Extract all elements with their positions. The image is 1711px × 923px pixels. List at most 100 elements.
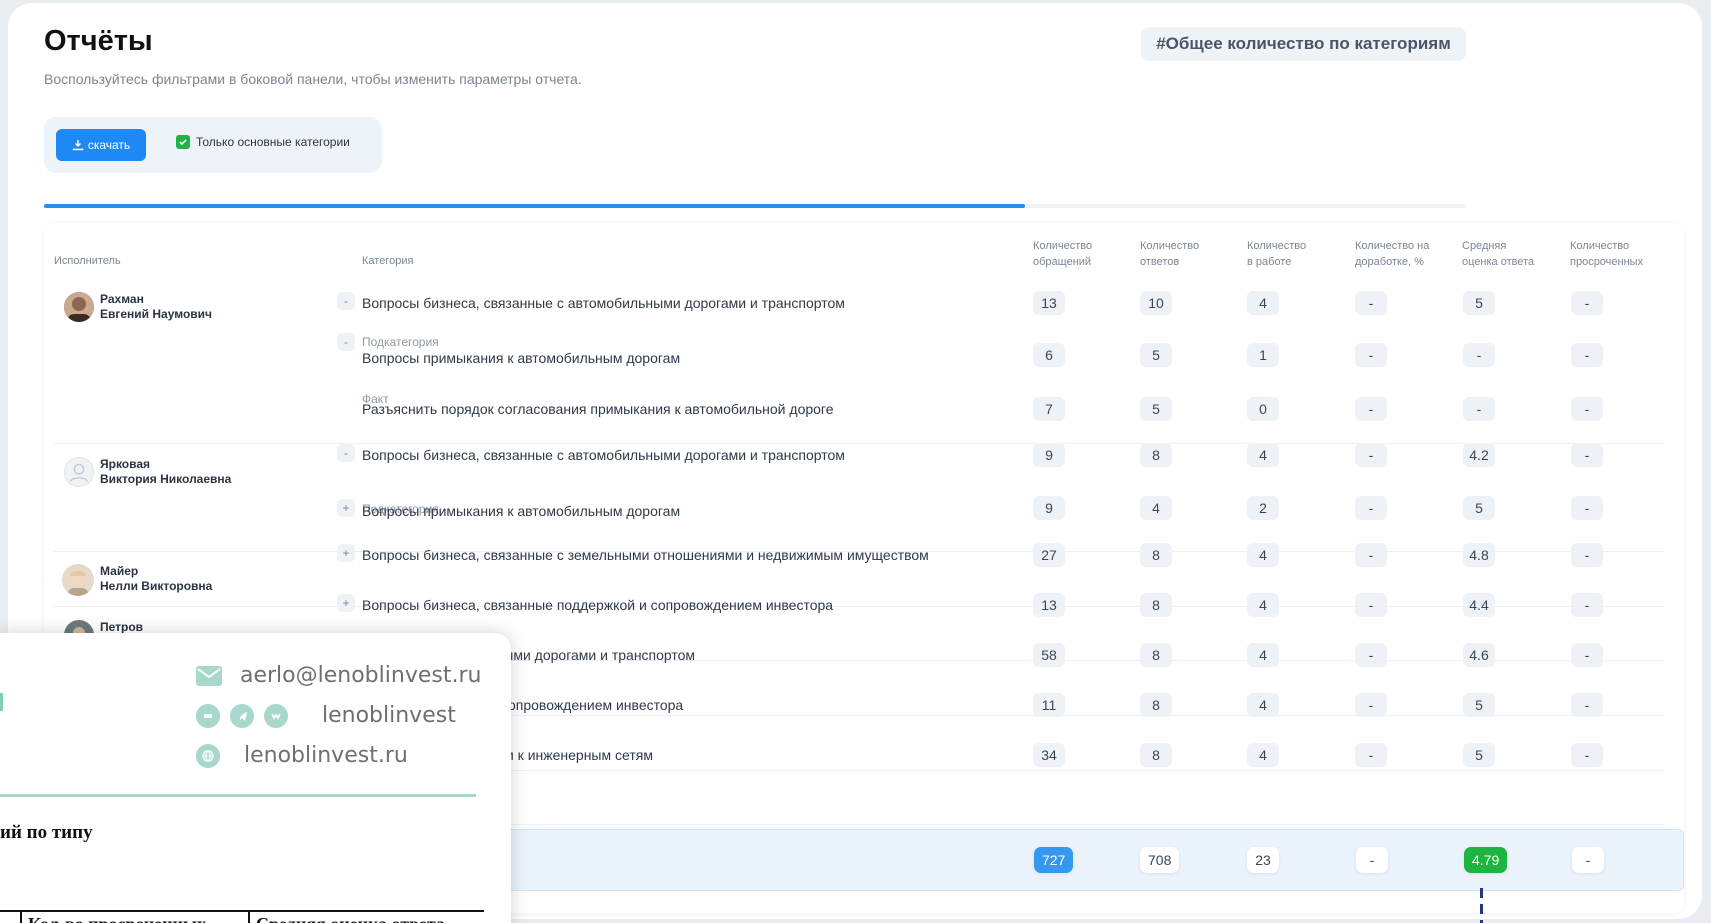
cell-revision: - (1355, 643, 1387, 667)
category-text[interactable]: Вопросы бизнеса, связанные с земельными … (362, 547, 929, 563)
total-answers: 708 (1140, 847, 1180, 873)
social-icon (196, 703, 220, 728)
cell-overdue: - (1571, 291, 1603, 315)
cell-requests: 13 (1033, 593, 1065, 617)
cell-answers: 5 (1140, 397, 1172, 421)
report-progress (44, 204, 1466, 208)
main-categories-checkbox[interactable] (176, 135, 190, 149)
total-avg-score: 4.79 (1464, 847, 1508, 873)
column-header-revision: Количество на доработке, % (1355, 240, 1430, 268)
overlay-heading: ий по типу (0, 822, 93, 843)
cell-revision: - (1355, 543, 1387, 567)
row-divider (54, 606, 1664, 607)
cell-requests: 13 (1033, 291, 1065, 315)
category-text[interactable]: Вопросы бизнеса, связанные с автомобильн… (362, 447, 845, 463)
cell-overdue: - (1571, 693, 1603, 717)
overlay-table-header: Средняя оценка ответа (248, 912, 451, 923)
avatar (62, 564, 94, 596)
cell-requests: 58 (1033, 643, 1065, 667)
cell-overdue: - (1571, 593, 1603, 617)
avatar-placeholder (64, 457, 94, 487)
overlay-divider (0, 794, 476, 797)
cell-overdue: - (1571, 343, 1603, 367)
overlay-table-header: Кол-во просроченных (20, 912, 212, 923)
column-header-in-work: Количество в работе (1247, 240, 1307, 268)
column-header-answers: Количество ответов (1140, 240, 1200, 268)
collapse-toggle[interactable]: - (337, 292, 355, 310)
executor-name[interactable]: Рахман Евгений Наумович (100, 292, 212, 322)
cell-answers: 8 (1140, 543, 1172, 567)
cell-revision: - (1355, 291, 1387, 315)
total-requests: 727 (1034, 847, 1074, 873)
cell-in-work: 2 (1247, 496, 1279, 520)
cell-revision: - (1355, 743, 1387, 767)
download-button[interactable]: скачать (56, 129, 146, 161)
cell-avg: 5 (1463, 743, 1495, 767)
collapse-toggle[interactable]: - (337, 333, 355, 351)
cell-avg: 5 (1463, 693, 1495, 717)
report-type-tag[interactable]: #Общее количество по категориям (1141, 27, 1466, 61)
cell-in-work: 4 (1247, 693, 1279, 717)
column-header-requests: Количество обращений (1033, 240, 1093, 268)
cell-overdue: - (1571, 543, 1603, 567)
cell-revision: - (1355, 443, 1387, 467)
cell-requests: 11 (1033, 693, 1065, 717)
cell-avg: 4.8 (1463, 543, 1495, 567)
cell-overdue: - (1571, 743, 1603, 767)
cell-avg: 5 (1463, 496, 1495, 520)
collapse-toggle[interactable]: - (337, 444, 355, 462)
cell-in-work: 4 (1247, 643, 1279, 667)
page-subtitle: Воспользуйтесь фильтрами в боковой панел… (44, 71, 582, 87)
cell-revision: - (1355, 496, 1387, 520)
row-divider (54, 443, 1664, 444)
cell-revision: - (1355, 593, 1387, 617)
cell-requests: 34 (1033, 743, 1065, 767)
cell-requests: 27 (1033, 543, 1065, 567)
overlay-email-line: aerlo@lenoblinvest.ru (196, 663, 481, 688)
avatar (64, 292, 94, 322)
expand-toggle[interactable]: + (337, 544, 355, 562)
cell-avg: - (1463, 397, 1495, 421)
category-text[interactable]: Вопросы примыкания к автомобильным дорог… (362, 503, 680, 519)
overlay-social-line: lenoblinvest (196, 703, 456, 728)
cell-answers: 8 (1140, 593, 1172, 617)
cell-in-work: 1 (1247, 343, 1279, 367)
cell-avg: - (1463, 343, 1495, 367)
cell-in-work: 4 (1247, 443, 1279, 467)
expand-toggle[interactable]: + (337, 594, 355, 612)
check-icon (179, 139, 187, 146)
cell-requests: 7 (1033, 397, 1065, 421)
category-text[interactable]: Вопросы бизнеса, связанные с автомобильн… (362, 295, 845, 311)
cell-revision: - (1355, 397, 1387, 421)
column-header-category: Категория (362, 255, 414, 267)
mail-icon (196, 665, 222, 686)
telegram-icon (230, 703, 254, 728)
download-button-label: скачать (87, 138, 131, 152)
executor-name[interactable]: Ярковая Виктория Николаевна (100, 457, 231, 487)
cell-avg: 5 (1463, 291, 1495, 315)
dashed-guide (1480, 888, 1483, 923)
category-text[interactable]: Вопросы бизнеса, связанные поддержкой и … (362, 597, 833, 613)
cell-answers: 10 (1140, 291, 1172, 315)
cell-revision: - (1355, 693, 1387, 717)
cell-revision: - (1355, 343, 1387, 367)
executor-name[interactable]: Майер Нелли Викторовна (100, 564, 212, 594)
cell-answers: 8 (1140, 443, 1172, 467)
cell-overdue: - (1571, 443, 1603, 467)
expand-toggle[interactable]: + (337, 499, 355, 517)
category-text[interactable]: Вопросы примыкания к автомобильным дорог… (362, 350, 680, 366)
document-preview-overlay: aerlo@lenoblinvest.ru lenoblinvest lenob… (0, 633, 511, 923)
cell-avg: 4.6 (1463, 643, 1495, 667)
total-in-work: 23 (1247, 847, 1279, 873)
cell-in-work: 0 (1247, 397, 1279, 421)
page-title: Отчёты (44, 25, 153, 57)
total-overdue: - (1572, 847, 1604, 873)
category-text[interactable]: Разъяснить порядок согласования примыкан… (362, 401, 834, 417)
total-revision: - (1356, 847, 1388, 873)
overlay-table: Кол-во просроченных Средняя оценка ответ… (0, 910, 484, 923)
report-progress-fill (44, 204, 1026, 208)
subcategory-label: Подкатегория (362, 335, 439, 349)
cell-in-work: 4 (1247, 743, 1279, 767)
column-header-avg-score: Средняя оценка ответа (1462, 240, 1535, 268)
main-categories-toggle[interactable]: Только основные категории (176, 135, 350, 149)
